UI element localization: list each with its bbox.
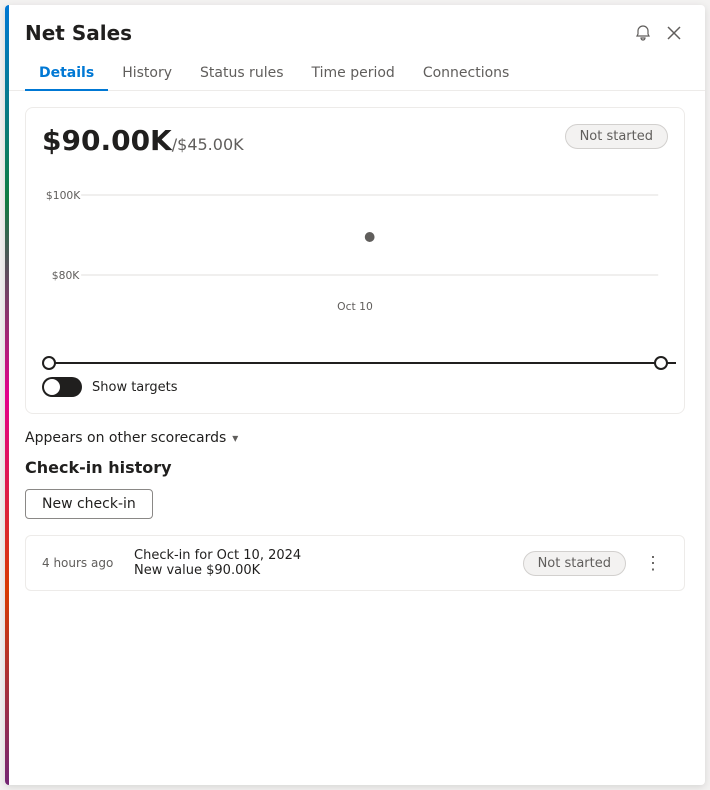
- x-axis-label: Oct 10: [337, 300, 373, 313]
- checkin-history-title: Check-in history: [25, 458, 685, 477]
- tab-time-period[interactable]: Time period: [298, 57, 409, 91]
- show-targets-row: Show targets: [42, 377, 668, 397]
- toggle-knob: [44, 379, 60, 395]
- checkin-new-value: New value $90.00K: [134, 563, 511, 578]
- new-checkin-button[interactable]: New check-in: [25, 489, 153, 519]
- appears-section[interactable]: Appears on other scorecards ▾: [25, 430, 685, 446]
- chart-area: $100K $80K Oct 10: [42, 165, 668, 345]
- metric-card: $90.00K/$45.00K Not started $100K $80K O…: [25, 107, 685, 414]
- main-panel: Net Sales Details History Status rules: [5, 5, 705, 785]
- tab-status-rules[interactable]: Status rules: [186, 57, 298, 91]
- checkin-status-badge: Not started: [523, 551, 626, 576]
- current-value: $90.00K: [42, 124, 172, 157]
- tab-bar: Details History Status rules Time period…: [25, 57, 685, 90]
- appears-label: Appears on other scorecards: [25, 430, 226, 446]
- checkin-history-section: Check-in history New check-in 4 hours ag…: [25, 458, 685, 591]
- chart-data-point: [365, 232, 375, 242]
- checkin-time-ago: 4 hours ago: [42, 556, 122, 570]
- checkin-info: Check-in for Oct 10, 2024 New value $90.…: [134, 548, 511, 578]
- tab-connections[interactable]: Connections: [409, 57, 524, 91]
- tab-history[interactable]: History: [108, 57, 186, 91]
- close-button[interactable]: [663, 22, 685, 44]
- panel-header: Net Sales Details History Status rules: [5, 5, 705, 91]
- chart-svg: $100K $80K Oct 10: [42, 165, 668, 345]
- status-badge: Not started: [565, 124, 668, 149]
- y-label-100k: $100K: [46, 189, 81, 202]
- show-targets-toggle[interactable]: [42, 377, 82, 397]
- panel-title: Net Sales: [25, 21, 132, 45]
- y-label-80k: $80K: [52, 269, 80, 282]
- checkin-date: Check-in for Oct 10, 2024: [134, 548, 511, 563]
- header-actions: [631, 21, 685, 45]
- checkin-item: 4 hours ago Check-in for Oct 10, 2024 Ne…: [25, 535, 685, 591]
- metric-value-display: $90.00K/$45.00K: [42, 124, 244, 157]
- notification-button[interactable]: [631, 21, 655, 45]
- slider-right-thumb[interactable]: [654, 356, 668, 370]
- show-targets-label: Show targets: [92, 380, 178, 395]
- accent-bar: [5, 5, 9, 785]
- range-slider[interactable]: [42, 353, 668, 373]
- metric-header: $90.00K/$45.00K Not started: [42, 124, 668, 157]
- checkin-menu-button[interactable]: ⋮: [638, 551, 668, 576]
- tab-details[interactable]: Details: [25, 57, 108, 91]
- target-value: /$45.00K: [172, 135, 244, 154]
- slider-left-thumb[interactable]: [42, 356, 56, 370]
- main-content: $90.00K/$45.00K Not started $100K $80K O…: [5, 91, 705, 785]
- chevron-down-icon: ▾: [232, 431, 238, 445]
